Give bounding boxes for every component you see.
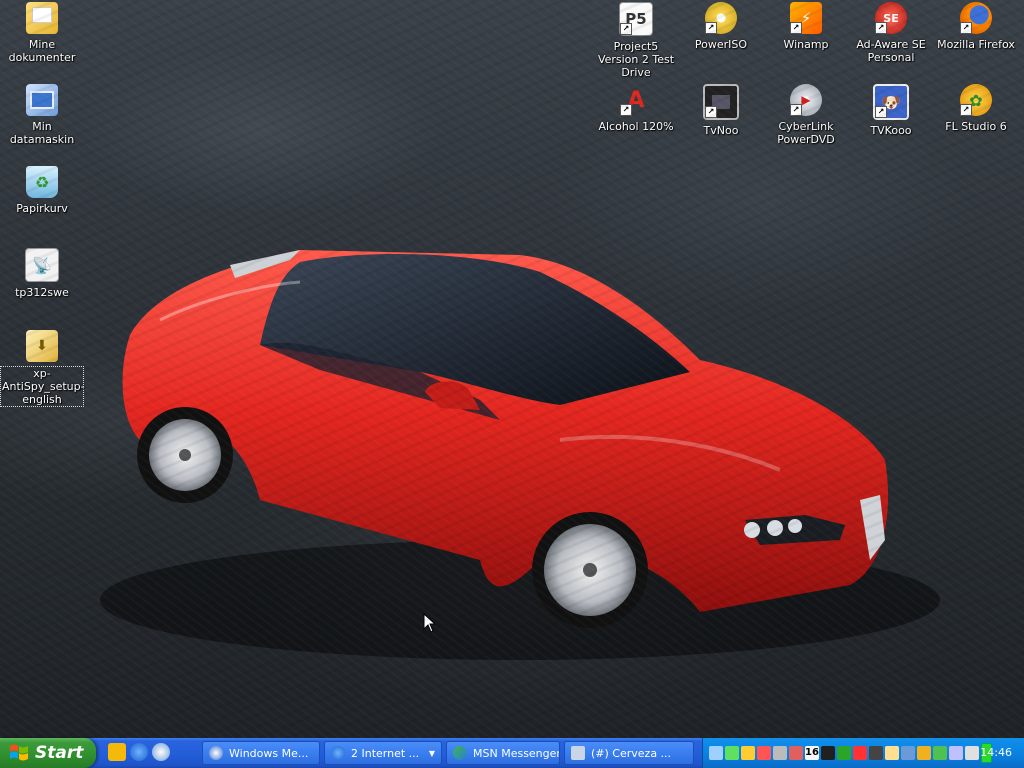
desktop-icon-my-computer[interactable]: Min datamaskin: [0, 84, 84, 146]
desktop-background[interactable]: Mine dokumenter Min datamaskin ♻ Papirku…: [0, 0, 1024, 738]
winamp-bolt-icon: ⚡ ↗: [790, 2, 822, 34]
internet-explorer-icon[interactable]: [130, 743, 148, 761]
desktop-icon-xp-antispy[interactable]: ⬇ xp-AntiSpy_setup-english: [0, 330, 85, 407]
desktop-icon-firefox[interactable]: ↗ Mozilla Firefox: [934, 2, 1018, 51]
fl-studio-icon: ✿ ↗: [960, 84, 992, 116]
wallpaper-car-image: [100, 250, 940, 660]
windows-media-icon: [209, 746, 223, 760]
taskbar-item-windows-media[interactable]: Windows Me...: [202, 741, 320, 765]
tray-printer-icon[interactable]: [773, 746, 787, 760]
tray-green-icon[interactable]: [837, 746, 851, 760]
taskbar-item-cerveza[interactable]: (#) Cerveza ...: [564, 741, 694, 765]
icon-label: Winamp: [783, 38, 829, 51]
icon-label: Min datamaskin: [9, 120, 75, 146]
powerdvd-icon: ▶ ↗: [790, 84, 822, 116]
tray-security-icon[interactable]: [757, 746, 771, 760]
tray-adaware-icon[interactable]: [789, 746, 803, 760]
tray-icons: 16: [709, 743, 992, 763]
icon-label: CyberLink PowerDVD: [777, 120, 835, 146]
icon-label: Papirkurv: [16, 202, 68, 215]
my-documents-folder-icon: [26, 2, 58, 34]
icon-label: FL Studio 6: [945, 120, 1007, 133]
satellite-dish-icon: 📡: [25, 248, 59, 282]
firefox-icon: ↗: [960, 2, 992, 34]
tray-connection-icon[interactable]: [965, 746, 979, 760]
tray-device-icon[interactable]: [901, 746, 915, 760]
icon-label: Alcohol 120%: [598, 120, 674, 133]
clock[interactable]: 14:46: [980, 746, 1012, 759]
taskbar-item-internet-explorer[interactable]: 2 Internet ... ▼: [324, 741, 442, 765]
icon-label: Project5 Version 2 Test Drive: [597, 40, 675, 79]
icon-label: Ad-Aware SE Personal: [856, 38, 926, 64]
tray-arrow-icon[interactable]: [933, 746, 947, 760]
taskbar: Start Windows Me... 2 Internet ... ▼ MSN…: [0, 738, 1024, 768]
show-desktop-icon[interactable]: [108, 743, 126, 761]
group-dropdown-arrow-icon: ▼: [428, 748, 435, 758]
tray-red-icon[interactable]: [853, 746, 867, 760]
task-label: Windows Me...: [229, 746, 309, 760]
desktop-icon-poweriso[interactable]: ↗ PowerISO: [679, 2, 763, 51]
tray-volume-icon[interactable]: [949, 746, 963, 760]
project5-icon: P5 ↗: [619, 2, 653, 36]
desktop-icon-tvnoo[interactable]: ↗ TvNoo: [679, 84, 763, 137]
irc-client-icon: [571, 746, 585, 760]
internet-explorer-icon: [331, 746, 345, 760]
tray-hand-icon[interactable]: [885, 746, 899, 760]
msn-messenger-icon: [453, 746, 467, 760]
alcohol-120-icon: A ↗: [620, 84, 652, 116]
my-computer-icon: [26, 84, 58, 116]
tray-antivirus-icon[interactable]: [725, 746, 739, 760]
installer-package-icon: ⬇: [26, 330, 58, 362]
icon-label: Mine dokumenter: [8, 38, 76, 64]
tray-monitor-icon[interactable]: [821, 746, 835, 760]
desktop-icon-tvkooo[interactable]: 🐶 ↗ TVKooo: [849, 84, 933, 137]
desktop-icon-my-documents[interactable]: Mine dokumenter: [0, 2, 84, 64]
start-label: Start: [35, 743, 84, 763]
desktop-icon-project5[interactable]: P5 ↗ Project5 Version 2 Test Drive: [594, 2, 678, 79]
icon-label: TvNoo: [703, 124, 739, 137]
icon-label: TVKooo: [870, 124, 912, 137]
tray-wireless-icon[interactable]: [741, 746, 755, 760]
desktop-icon-winamp[interactable]: ⚡ ↗ Winamp: [764, 2, 848, 51]
task-label: (#) Cerveza ...: [591, 746, 672, 760]
start-button[interactable]: Start: [0, 738, 96, 768]
desktop-icon-alcohol-120[interactable]: A ↗ Alcohol 120%: [594, 84, 678, 133]
tvkooo-dog-icon: 🐶 ↗: [873, 84, 909, 120]
icon-label: Mozilla Firefox: [937, 38, 1015, 51]
desktop-icon-ad-aware[interactable]: SE ↗ Ad-Aware SE Personal: [849, 2, 933, 64]
system-tray: 16 14:46: [702, 738, 1024, 768]
tray-network-icon[interactable]: [709, 746, 723, 760]
taskbar-item-msn-messenger[interactable]: MSN Messenger: [446, 741, 560, 765]
desktop-icon-tp312swe[interactable]: 📡 tp312swe: [0, 248, 84, 299]
mouse-cursor-icon: [423, 613, 437, 633]
tray-calendar-badge[interactable]: 16: [805, 746, 819, 760]
windows-flag-icon: [10, 744, 28, 761]
task-label: MSN Messenger: [473, 746, 560, 760]
desktop-icon-recycle-bin[interactable]: ♻ Papirkurv: [0, 166, 84, 215]
quick-launch-bar: [108, 743, 170, 761]
adaware-icon: SE ↗: [875, 2, 907, 34]
task-label: 2 Internet ...: [351, 746, 420, 760]
icon-label: tp312swe: [15, 286, 69, 299]
icon-label: xp-AntiSpy_setup-english: [0, 366, 85, 407]
desktop-icon-fl-studio[interactable]: ✿ ↗ FL Studio 6: [934, 84, 1018, 133]
recycle-bin-icon: ♻: [26, 166, 58, 198]
windows-media-player-icon[interactable]: [152, 743, 170, 761]
tray-dark-icon[interactable]: [869, 746, 883, 760]
tv-icon: ↗: [703, 84, 739, 120]
desktop-icon-powerdvd[interactable]: ▶ ↗ CyberLink PowerDVD: [764, 84, 848, 146]
icon-label: PowerISO: [694, 38, 748, 51]
poweriso-disc-icon: ↗: [705, 2, 737, 34]
tray-folder-icon[interactable]: [917, 746, 931, 760]
